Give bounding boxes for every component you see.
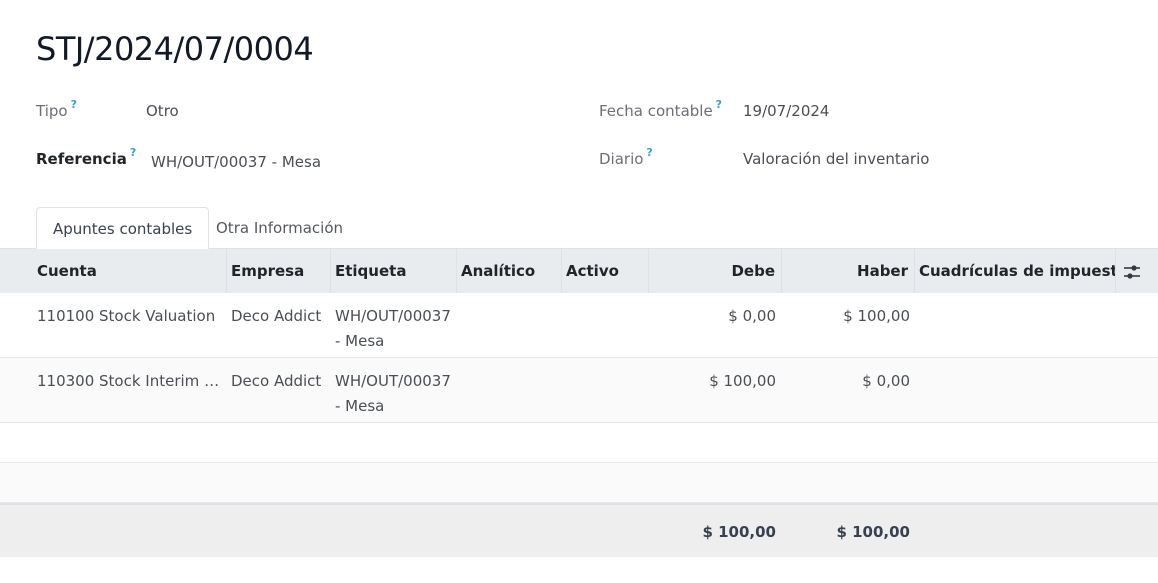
column-header-empresa[interactable]: Empresa [227,249,331,294]
cell-etiqueta: WH/OUT/00037 - Mesa [335,372,451,415]
fecha-contable-help-icon[interactable]: ? [716,98,722,111]
total-haber: $ 100,00 [836,523,910,541]
column-header-cuenta[interactable]: Cuenta [0,249,227,294]
cell-haber: $ 100,00 [843,307,910,325]
cell-etiqueta: WH/OUT/00037 - Mesa [335,307,451,350]
tipo-label: Tipo? [36,98,77,120]
empty-row [0,463,1158,503]
diario-help-icon[interactable]: ? [646,146,652,159]
empty-row [0,423,1158,463]
column-header-etiqueta[interactable]: Etiqueta [331,249,457,294]
diario-label: Diario? [599,146,653,168]
table-row[interactable]: 110100 Stock Valuation Deco Addict WH/OU… [0,293,1158,358]
notebook-tabs: Apuntes contables Otra Información [0,207,1158,249]
column-header-activo[interactable]: Activo [562,249,649,294]
cell-empresa: Deco Addict [231,372,322,390]
table-row[interactable]: 110300 Stock Interim (D... Deco Addict W… [0,358,1158,423]
total-debe: $ 100,00 [702,523,776,541]
table-header: Cuenta Empresa Etiqueta Analítico Activo… [0,248,1158,294]
column-header-haber[interactable]: Haber [782,249,915,294]
column-header-debe[interactable]: Debe [649,249,782,294]
sliders-icon[interactable] [1122,262,1142,282]
referencia-label: Referencia? [36,146,137,168]
fecha-contable-label: Fecha contable? [599,98,723,120]
cell-cuenta: 110300 Stock Interim (D... [37,372,223,390]
cell-debe: $ 100,00 [709,372,776,390]
fecha-contable-value[interactable]: 19/07/2024 [743,102,829,120]
referencia-value[interactable]: WH/OUT/00037 - Mesa [151,153,321,171]
cell-haber: $ 0,00 [862,372,910,390]
page-title: STJ/2024/07/0004 [36,30,314,68]
tipo-help-icon[interactable]: ? [71,98,77,111]
tab-otra-informacion[interactable]: Otra Información [200,207,359,249]
column-header-analitico[interactable]: Analítico [457,249,562,294]
cell-cuenta: 110100 Stock Valuation [37,307,216,325]
diario-value[interactable]: Valoración del inventario [743,150,929,168]
table-footer-totals: $ 100,00 $ 100,00 [0,503,1158,557]
referencia-help-icon[interactable]: ? [130,146,136,159]
cell-debe: $ 0,00 [728,307,776,325]
column-header-cuadriculas-impuestos[interactable]: Cuadrículas de impuestos [915,249,1116,294]
tab-apuntes-contables[interactable]: Apuntes contables [36,207,210,249]
tipo-value[interactable]: Otro [146,102,179,120]
cell-empresa: Deco Addict [231,307,322,325]
journal-items-table: Cuenta Empresa Etiqueta Analítico Activo… [0,248,1158,557]
